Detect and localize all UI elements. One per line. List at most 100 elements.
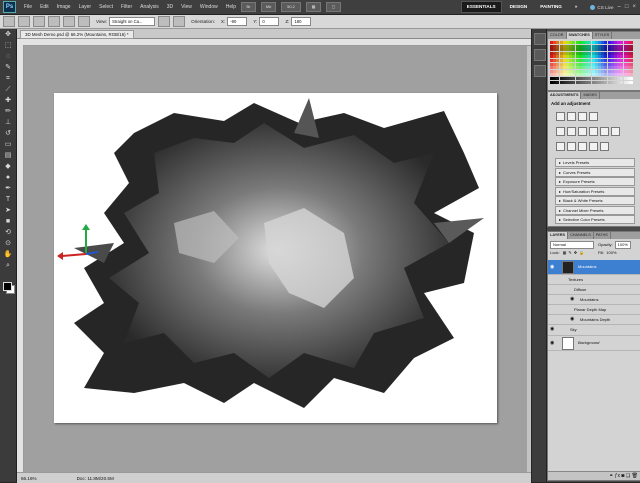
menu-layer[interactable]: Layer [79,4,92,10]
menu-file[interactable]: File [24,4,32,10]
lock-position-icon[interactable]: ✥ [574,250,577,255]
lock-pixels-icon[interactable]: ✎ [568,250,571,255]
channel-mixer-icon[interactable] [611,127,620,136]
invert-icon[interactable] [556,142,565,151]
tab-styles[interactable]: STYLES [593,32,613,39]
path-select-icon[interactable]: ➤ [2,206,14,216]
3d-rotate-icon[interactable]: ⟲ [2,228,14,238]
layer-style-icon[interactable]: ƒx [615,473,620,479]
bridge-button[interactable]: Br [241,2,257,12]
opacity-input[interactable]: 100% [614,240,631,249]
layer-row[interactable]: ◉ Mountains [548,260,640,275]
3d-axis-widget[interactable] [54,222,104,272]
save-view-icon[interactable] [158,16,171,27]
workspace-painting[interactable]: PAINTING [535,2,567,12]
color-swatch[interactable] [630,55,633,59]
preset-curves[interactable]: ▸ Curves Presets [555,167,635,177]
zoom-level-select[interactable]: 50.2 [281,2,302,12]
vertical-ruler[interactable] [17,45,24,472]
photo-filter-icon[interactable] [600,127,609,136]
tab-layers[interactable]: LAYERS [548,232,569,239]
foreground-color-swatch[interactable] [3,282,12,291]
3d-pan-option-icon[interactable] [48,16,60,27]
3d-panel-icon[interactable] [534,33,546,45]
color-swatch[interactable] [630,69,633,73]
preset-hue-saturation[interactable]: ▸ Hue/Saturation Presets [555,186,635,196]
horizontal-ruler[interactable] [17,39,531,46]
maximize-icon[interactable]: □ [625,4,629,10]
cs-live[interactable]: CS Live [590,4,614,10]
exposure-icon[interactable] [589,112,598,121]
menu-edit[interactable]: Edit [40,4,49,10]
delete-view-icon[interactable] [173,16,186,27]
delete-layer-icon[interactable]: 🗑 [632,473,638,479]
gradient-icon[interactable]: ▤ [2,151,14,161]
menu-image[interactable]: Image [57,4,71,10]
black-white-icon[interactable] [589,127,598,136]
menu-3d[interactable]: 3D [167,4,173,10]
history-brush-icon[interactable]: ↺ [2,129,14,139]
tab-color[interactable]: COLOR [548,32,567,39]
lock-all-icon[interactable]: 🔒 [579,250,584,255]
color-swatch[interactable] [630,48,633,52]
preset-selective-color[interactable]: ▸ Selective Color Presets [555,215,635,224]
layer-row[interactable]: Textures [548,275,640,285]
eyedropper-icon[interactable]: ⟋ [2,85,14,95]
crop-icon[interactable]: ⌗ [2,74,14,84]
posterize-icon[interactable] [567,142,576,151]
quick-select-icon[interactable]: ✎ [2,63,14,73]
add-mask-icon[interactable]: ◙ [621,473,624,479]
threshold-icon[interactable] [578,142,587,151]
color-swatch[interactable] [630,66,633,70]
color-swatch[interactable] [630,62,633,66]
color-swatch[interactable] [630,59,633,62]
y-input[interactable]: 0 [259,17,280,26]
shape-icon[interactable]: ■ [2,217,14,227]
visibility-eye-icon[interactable]: ◉ [550,336,554,350]
menu-help[interactable]: Help [226,4,236,10]
history-panel-icon[interactable] [534,49,546,61]
tab-masks[interactable]: MASKS [581,92,600,99]
3d-roll-option-icon[interactable] [33,16,45,27]
color-swatch[interactable] [630,51,633,55]
brightness-icon[interactable] [556,112,565,121]
lasso-icon[interactable]: ◌ [2,52,14,62]
levels-icon[interactable] [567,112,576,121]
color-swatch[interactable] [630,41,633,44]
dodge-icon[interactable]: ● [2,173,14,183]
close-icon[interactable]: × [632,4,636,10]
swatch-grid[interactable] [550,41,633,87]
3d-slide-option-icon[interactable] [63,16,75,27]
minimize-icon[interactable]: – [618,4,621,10]
preset-channel-mixer[interactable]: ▸ Channel Mixer Presets [555,205,635,215]
workspace-more[interactable]: » [570,2,583,12]
layer-row[interactable]: Diffuse [548,285,640,295]
brush-icon[interactable]: ✏ [2,107,14,117]
color-swatch[interactable] [630,44,633,48]
minibridge-button[interactable]: Mb [261,2,277,12]
blur-icon[interactable]: ◆ [2,162,14,172]
gradient-map-icon[interactable] [589,142,598,151]
link-layers-icon[interactable]: ⚭ [609,473,613,479]
workspace-design[interactable]: DESIGN [505,2,533,12]
color-swatch[interactable] [630,80,633,84]
menu-window[interactable]: Window [200,4,218,10]
menu-view[interactable]: View [181,4,192,10]
document-info[interactable]: Doc: 11.8M/20.5M [77,476,114,481]
blend-mode-select[interactable]: Normal [550,240,594,249]
layer-row[interactable]: ◉ Background [548,336,640,351]
tab-swatches[interactable]: SWATCHES [566,32,593,39]
tool-preset-icon[interactable] [3,16,15,27]
healing-icon[interactable]: ✚ [2,96,14,106]
hue-saturation-icon[interactable] [567,127,576,136]
visibility-eye-icon[interactable]: ◉ [570,295,574,304]
menu-analysis[interactable]: Analysis [140,4,159,10]
clone-stamp-icon[interactable]: ⊥ [2,118,14,128]
hand-icon[interactable]: ✋ [2,250,14,260]
new-layer-icon[interactable]: ❏ [626,473,630,479]
z-input[interactable]: 180 [291,17,312,26]
screen-mode-button[interactable]: ▢ [326,2,342,12]
layer-row[interactable]: ◉ Sky [548,325,640,336]
color-swatch[interactable] [630,77,633,80]
arrange-documents-button[interactable]: ▦ [306,2,322,12]
